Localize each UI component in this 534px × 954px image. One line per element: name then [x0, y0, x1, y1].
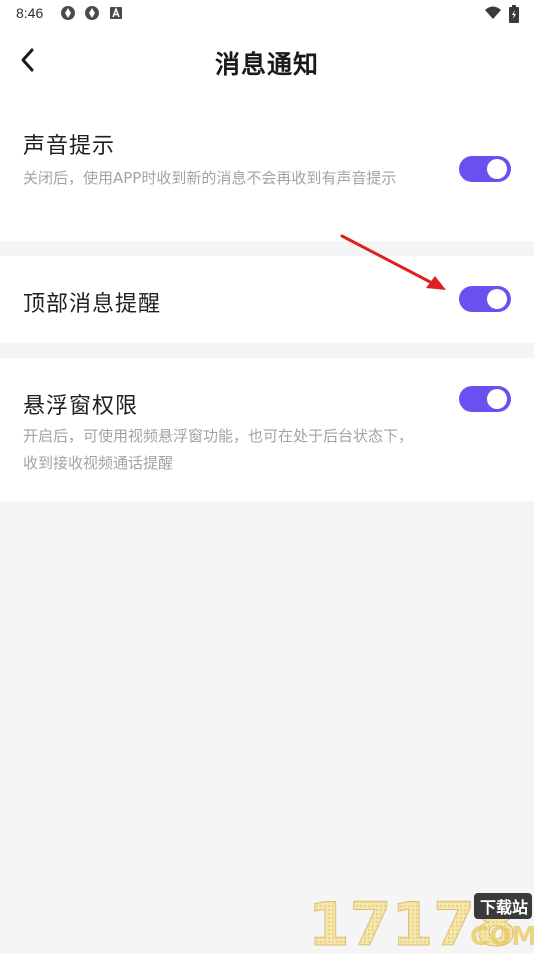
toggle-knob	[487, 289, 507, 309]
svg-text:下载站: 下载站	[480, 898, 528, 917]
site-watermark-logo: 17178 下载站 COM	[308, 885, 534, 954]
setting-description: 开启后，可使用视频悬浮窗功能，也可在处于后台状态下，收到接收视频通话提醒	[23, 427, 414, 472]
setting-title: 悬浮窗权限	[23, 394, 139, 419]
app-header: 消息通知	[0, 28, 534, 98]
toggle-knob	[487, 159, 507, 179]
annotation-arrow-icon	[338, 232, 450, 292]
sync-icon	[84, 5, 100, 21]
setting-description: 关闭后，使用APP时收到新的消息不会再收到有声音提示	[23, 169, 397, 187]
setting-sound-alert: 声音提示 关闭后，使用APP时收到新的消息不会再收到有声音提示	[0, 98, 534, 241]
page-title: 消息通知	[214, 50, 319, 79]
wifi-icon	[484, 5, 501, 21]
svg-text:COM: COM	[470, 922, 534, 950]
status-bar: 8:46	[0, 0, 534, 28]
toggle-knob	[487, 389, 507, 409]
status-time: 8:46	[16, 5, 44, 21]
setting-floating-window: 悬浮窗权限 开启后，可使用视频悬浮窗功能，也可在处于后台状态下，收到接收视频通话…	[0, 358, 534, 501]
battery-icon	[508, 5, 524, 23]
top-banner-toggle[interactable]	[459, 286, 511, 312]
sync-icon	[60, 5, 76, 21]
sound-alert-toggle[interactable]	[459, 156, 511, 182]
setting-title: 顶部消息提醒	[23, 292, 162, 317]
a-box-icon	[108, 5, 124, 21]
floating-window-toggle[interactable]	[459, 386, 511, 412]
setting-title: 声音提示	[23, 134, 116, 159]
setting-top-banner: 顶部消息提醒	[0, 256, 534, 343]
